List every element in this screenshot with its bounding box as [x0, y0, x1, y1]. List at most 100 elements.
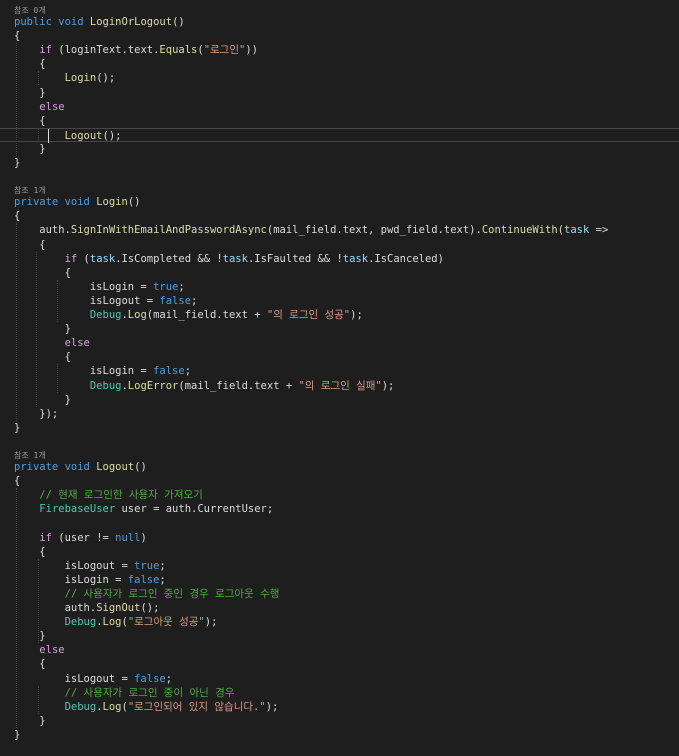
code-token: (mail_field.text, pwd_field.text).	[266, 224, 482, 237]
code-line: {	[0, 29, 679, 43]
code-token: else	[64, 337, 90, 350]
code-line: Login();	[0, 71, 679, 85]
code-line: private void Login()	[0, 195, 679, 209]
code-token: );	[204, 616, 218, 629]
code-line: {	[0, 657, 679, 671]
code-token: if	[64, 252, 78, 265]
code-line: }	[0, 322, 679, 336]
code-token: SignOut	[96, 602, 141, 614]
code-line: else	[0, 643, 679, 657]
code-editor[interactable]: 참조 0개 public void LoginOrLogout(){ if (lo…	[0, 0, 679, 756]
code-token: "의 로그인 실패"	[298, 379, 382, 392]
code-line: if (loginText.text.Equals("로그인"))	[0, 43, 679, 57]
code-token: user = auth.CurrentUser;	[115, 503, 274, 516]
code-token: "의 로그인 성공"	[266, 309, 351, 321]
code-token: {	[14, 58, 46, 71]
code-line: // 사용자가 로그인 중이 아닌 경우	[0, 686, 679, 700]
code-token: isLogin =	[14, 280, 154, 293]
code-line: }	[0, 142, 679, 156]
code-token: {	[14, 351, 71, 364]
code-token: ()	[134, 461, 147, 473]
code-line: isLogin = false;	[0, 364, 679, 378]
codelens-reference-count[interactable]: 참조 1개	[0, 184, 679, 195]
code-line: auth.SignInWithEmailAndPasswordAsync(mai…	[0, 223, 679, 237]
code-token: SignInWithEmailAndPasswordAsync	[70, 224, 267, 237]
code-token: LoginOrLogout	[89, 16, 173, 28]
code-token: Log	[127, 309, 147, 321]
code-token: // 현재 로그인한 사용자 가져오기	[39, 489, 203, 502]
text-caret	[48, 129, 49, 143]
code-line: {	[0, 545, 679, 559]
code-token: ;	[159, 559, 166, 572]
codelens-reference-count[interactable]: 참조 0개	[0, 4, 679, 15]
code-token: .IsFaulted && !	[247, 252, 343, 265]
code-line: else	[0, 336, 679, 350]
code-token: false	[153, 365, 185, 378]
code-token: isLogout =	[14, 294, 160, 307]
code-token: .IsCanceled)	[368, 252, 444, 265]
code-token: Debug	[89, 309, 122, 321]
code-token: LogError	[127, 379, 179, 392]
code-token: ()	[127, 196, 141, 209]
code-token: (	[77, 252, 90, 265]
code-token: task	[89, 252, 116, 265]
code-token: {	[14, 30, 21, 43]
code-token: if	[39, 531, 52, 544]
code-line: {	[0, 209, 679, 223]
code-token: Logout	[96, 461, 135, 473]
code-token: Debug	[64, 616, 97, 629]
codelens-reference-count[interactable]: 참조 1개	[0, 449, 679, 460]
code-token: false	[127, 573, 160, 586]
code-token: }	[14, 393, 71, 406]
code-token: "로그인"	[203, 44, 246, 57]
code-line: FirebaseUser user = auth.CurrentUser;	[0, 502, 679, 516]
code-token: =>	[589, 224, 609, 237]
code-token: Logout	[64, 129, 103, 142]
code-token: {	[14, 210, 21, 223]
code-token: Debug	[89, 379, 122, 392]
code-token: ();	[140, 602, 160, 614]
code-token: .IsCompleted && !	[115, 252, 223, 265]
code-token: ();	[96, 72, 116, 85]
code-token: ))	[245, 44, 258, 57]
code-line: isLogout = false;	[0, 294, 679, 308]
code-token: ()	[172, 16, 185, 28]
code-token: auth.	[14, 602, 97, 614]
code-token: (user !=	[51, 531, 116, 544]
code-line: });	[0, 407, 679, 421]
code-line: else	[0, 100, 679, 114]
code-line: Debug.LogError(mail_field.text + "의 로그인 …	[0, 379, 679, 393]
code-line: {	[0, 350, 679, 364]
code-token: ;	[191, 294, 198, 307]
code-token: task	[222, 252, 248, 265]
code-token: {	[14, 545, 46, 558]
code-token: isLogout =	[14, 672, 135, 685]
code-token: FirebaseUser	[39, 503, 116, 516]
code-token: ;	[184, 365, 192, 378]
code-line: auth.SignOut();	[0, 601, 679, 615]
code-line: {	[0, 266, 679, 280]
code-token: else	[39, 100, 65, 113]
code-line: Debug.Log("로그인되어 있지 않습니다.");	[0, 700, 679, 714]
code-token: ;	[165, 672, 173, 685]
code-line: }	[0, 156, 679, 170]
code-line: private void Logout()	[0, 460, 679, 474]
code-token: Log	[102, 700, 122, 713]
code-token: {	[14, 475, 21, 488]
code-token: }	[14, 157, 21, 169]
code-token: null	[115, 531, 141, 544]
code-token: );	[350, 309, 363, 321]
